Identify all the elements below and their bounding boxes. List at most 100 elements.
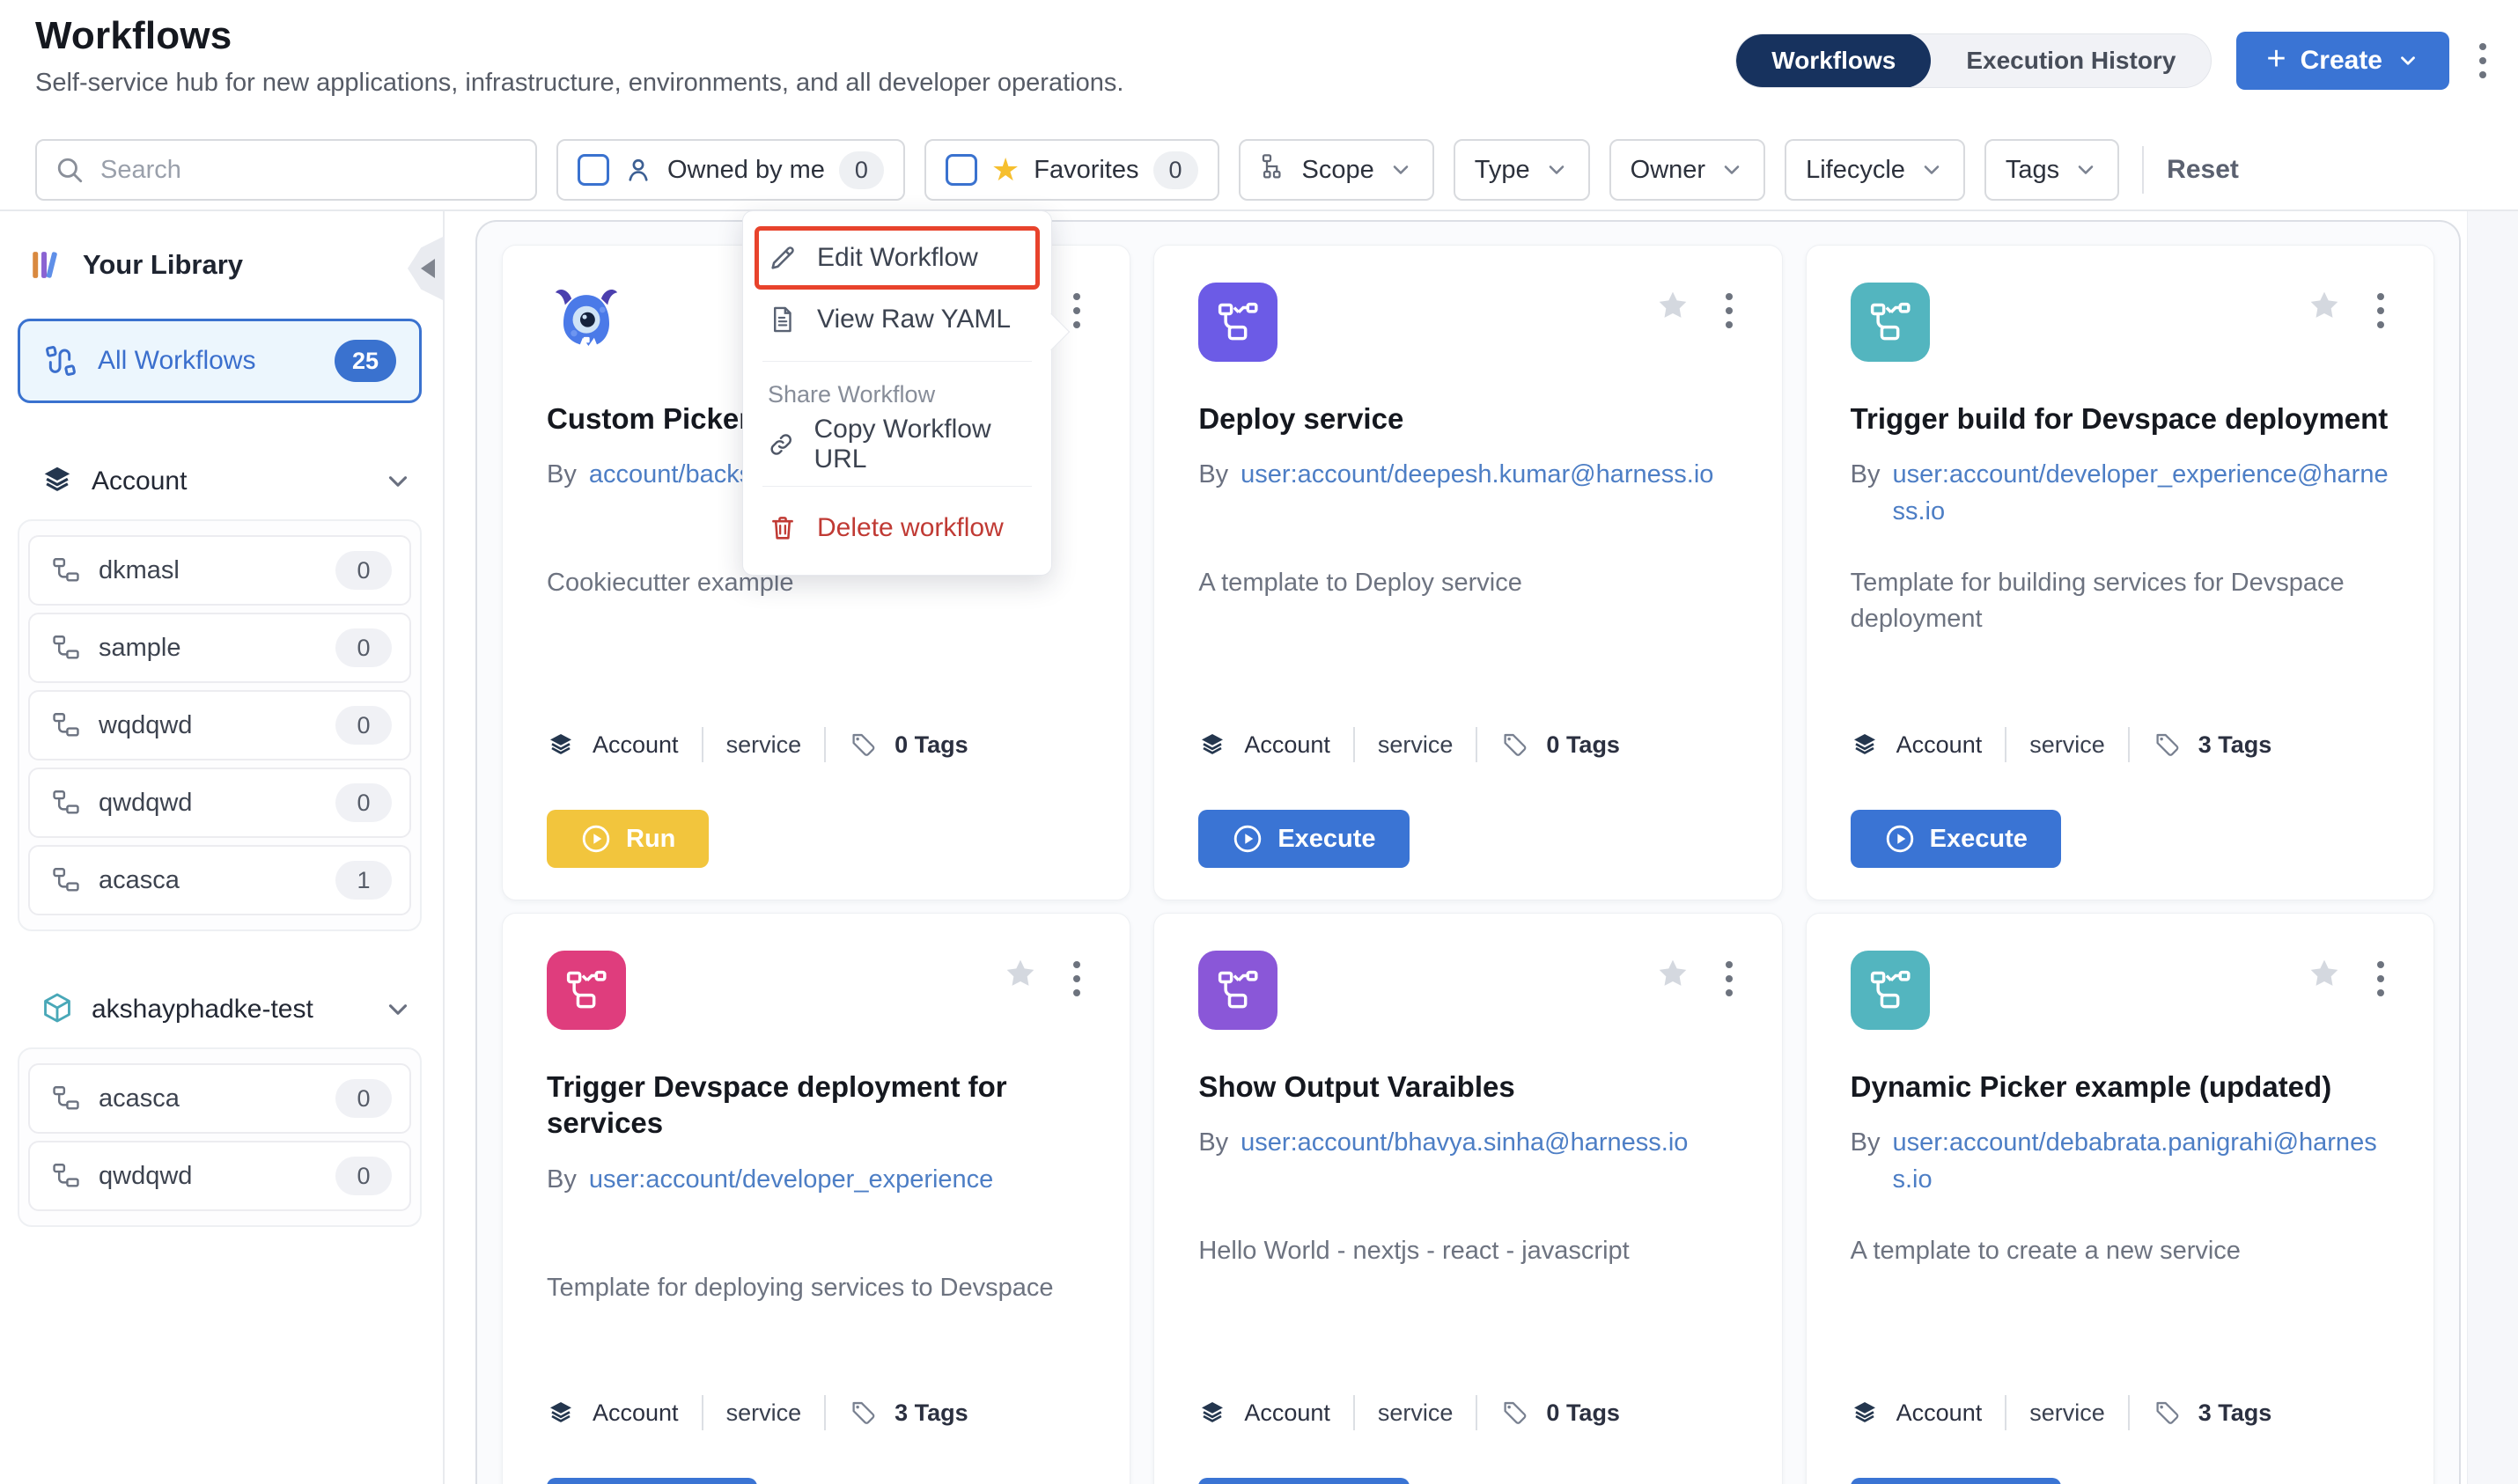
sidebar-item-sample[interactable]: sample 0 (28, 613, 411, 683)
search-icon (55, 155, 85, 185)
tag-icon (849, 1399, 877, 1427)
sidebar-section-header[interactable]: akshayphadke-test (18, 988, 422, 1032)
execute-button[interactable]: Execute (1198, 810, 1409, 868)
plus-icon: + (2266, 42, 2286, 76)
all-workflows-count-badge: 25 (335, 340, 396, 382)
menu-item-label: Delete workflow (817, 513, 1004, 543)
layers-icon (547, 731, 575, 759)
owned-by-me-checkbox[interactable] (578, 154, 609, 186)
scope-label: Account (593, 1400, 679, 1427)
sidebar-item-wqdqwd[interactable]: wqdqwd 0 (28, 690, 411, 760)
scope-label: Account (1896, 1400, 1983, 1427)
workflow-card: Trigger Devspace deployment for services… (502, 913, 1130, 1484)
page-subtitle: Self-service hub for new applications, i… (35, 69, 1123, 98)
workflow-card: Trigger build for Devspace deployment By… (1806, 245, 2434, 900)
card-kebab-menu-icon[interactable] (2372, 956, 2389, 1002)
menu-item-copy-workflow-url[interactable]: Copy Workflow URL (743, 417, 1051, 472)
toggle-execution-history[interactable]: Execution History (1931, 33, 2211, 88)
all-workflows-label: All Workflows (98, 346, 315, 376)
subtree-icon (51, 633, 81, 663)
toggle-workflows[interactable]: Workflows (1736, 33, 1931, 88)
workflow-description: Hello World - nextjs - react - javascrip… (1198, 1233, 1737, 1269)
filter-dropdown-owner[interactable]: Owner (1609, 139, 1765, 201)
menu-item-view-raw-yaml[interactable]: View Raw YAML (743, 292, 1051, 347)
workflow-byline: By user:account/debabrata.panigrahi@harn… (1851, 1124, 2389, 1212)
card-kebab-menu-icon[interactable] (2372, 288, 2389, 334)
workflow-card: Deploy service By user:account/deepesh.k… (1153, 245, 1782, 900)
owner-link[interactable]: user:account/bhavya.sinha@harness.io (1241, 1124, 1688, 1212)
view-toggle: Workflows Execution History (1735, 33, 2212, 88)
project-list: dkmasl 0 sample 0 wqdqwd 0 qwdqwd 0 acas… (18, 519, 422, 931)
execute-button[interactable]: Execute (1198, 1478, 1409, 1484)
owner-link[interactable]: user:account/debabrata.panigrahi@harness… (1893, 1124, 2389, 1212)
by-prefix: By (1851, 456, 1881, 544)
play-icon (1884, 823, 1916, 855)
library-icon (28, 246, 65, 283)
menu-item-delete-workflow[interactable]: Delete workflow (743, 501, 1051, 555)
favorite-star-icon[interactable] (1655, 956, 1690, 991)
action-label: Run (626, 825, 675, 854)
workflow-byline: By user:account/bhavya.sinha@harness.io (1198, 1124, 1737, 1212)
owner-link[interactable]: user:account/developer_experience (589, 1161, 993, 1249)
search-input[interactable] (100, 156, 518, 185)
library-label: Your Library (83, 249, 243, 281)
owned-by-me-filter[interactable]: Owned by me 0 (556, 139, 905, 201)
reset-filters-button[interactable]: Reset (2167, 155, 2239, 185)
card-kebab-menu-icon[interactable] (1068, 288, 1086, 334)
card-kebab-menu-icon[interactable] (1068, 956, 1086, 1002)
project-count-badge: 0 (335, 1079, 392, 1118)
sidebar-item-acasca[interactable]: acasca 1 (28, 845, 411, 915)
scope-label: Account (1244, 1400, 1330, 1427)
workflow-card: Show Output Varaibles By user:account/bh… (1153, 913, 1782, 1484)
filter-dropdown-lifecycle[interactable]: Lifecycle (1785, 139, 1965, 201)
filter-divider (2142, 146, 2144, 194)
menu-divider (762, 486, 1032, 487)
create-button[interactable]: + Create (2236, 32, 2449, 90)
sidebar-item-qwdqwd[interactable]: qwdqwd 0 (28, 1141, 411, 1211)
type-label: service (2029, 731, 2105, 759)
favorite-star-icon[interactable] (2307, 288, 2342, 323)
sidebar-item-qwdqwd[interactable]: qwdqwd 0 (28, 768, 411, 838)
favorites-checkbox[interactable] (946, 154, 977, 186)
search-box[interactable] (35, 139, 537, 201)
execute-button[interactable]: Execute (1851, 810, 2061, 868)
menu-item-label: View Raw YAML (817, 305, 1011, 334)
sidebar-item-all-workflows[interactable]: All Workflows 25 (18, 319, 422, 403)
owner-link[interactable]: user:account/developer_experience@harnes… (1893, 456, 2389, 544)
owner-link[interactable]: user:account/deepesh.kumar@harness.io (1241, 456, 1713, 544)
layers-icon (1851, 731, 1879, 759)
favorites-filter[interactable]: ★ Favorites 0 (924, 139, 1219, 201)
favorite-star-icon[interactable] (2307, 956, 2342, 991)
favorite-star-icon[interactable] (1655, 288, 1690, 323)
execute-button[interactable]: Execute (1851, 1478, 2061, 1484)
filter-dropdown-type[interactable]: Type (1454, 139, 1590, 201)
card-kebab-menu-icon[interactable] (1720, 956, 1738, 1002)
menu-item-edit-workflow[interactable]: Edit Workflow (757, 229, 1037, 287)
workflow-title: Trigger build for Devspace deployment (1851, 400, 2389, 437)
type-label: service (1378, 1400, 1454, 1427)
dropdown-label: Owner (1631, 156, 1705, 185)
sidebar-item-acasca[interactable]: acasca 0 (28, 1063, 411, 1134)
execute-button[interactable]: Execute (547, 1478, 757, 1484)
workflow-icon (43, 343, 78, 378)
by-prefix: By (547, 1161, 577, 1249)
card-footer: Account service 3 Tags (1851, 725, 2389, 764)
chevron-down-icon (383, 995, 413, 1025)
sidebar-section-header[interactable]: Account (18, 459, 422, 503)
run-button[interactable]: Run (547, 810, 709, 868)
type-label: service (2029, 1400, 2105, 1427)
scrollbar-track[interactable] (2467, 211, 2518, 1484)
section-name: Account (92, 467, 365, 496)
filter-dropdown-scope[interactable]: Scope (1239, 139, 1434, 201)
favorite-star-icon[interactable] (1003, 956, 1038, 991)
tag-icon (1500, 731, 1528, 759)
filter-dropdown-tags[interactable]: Tags (1984, 139, 2119, 201)
card-kebab-menu-icon[interactable] (1720, 288, 1738, 334)
monster-icon (547, 283, 626, 362)
sidebar-section: Account dkmasl 0 sample 0 wqdqwd 0 qwdqw… (18, 459, 422, 931)
sidebar-item-dkmasl[interactable]: dkmasl 0 (28, 535, 411, 606)
owner-link[interactable]: account/backs (589, 456, 752, 544)
project-name: wqdqwd (99, 711, 318, 740)
subtree-icon (51, 555, 81, 585)
page-kebab-menu-icon[interactable] (2474, 38, 2492, 84)
